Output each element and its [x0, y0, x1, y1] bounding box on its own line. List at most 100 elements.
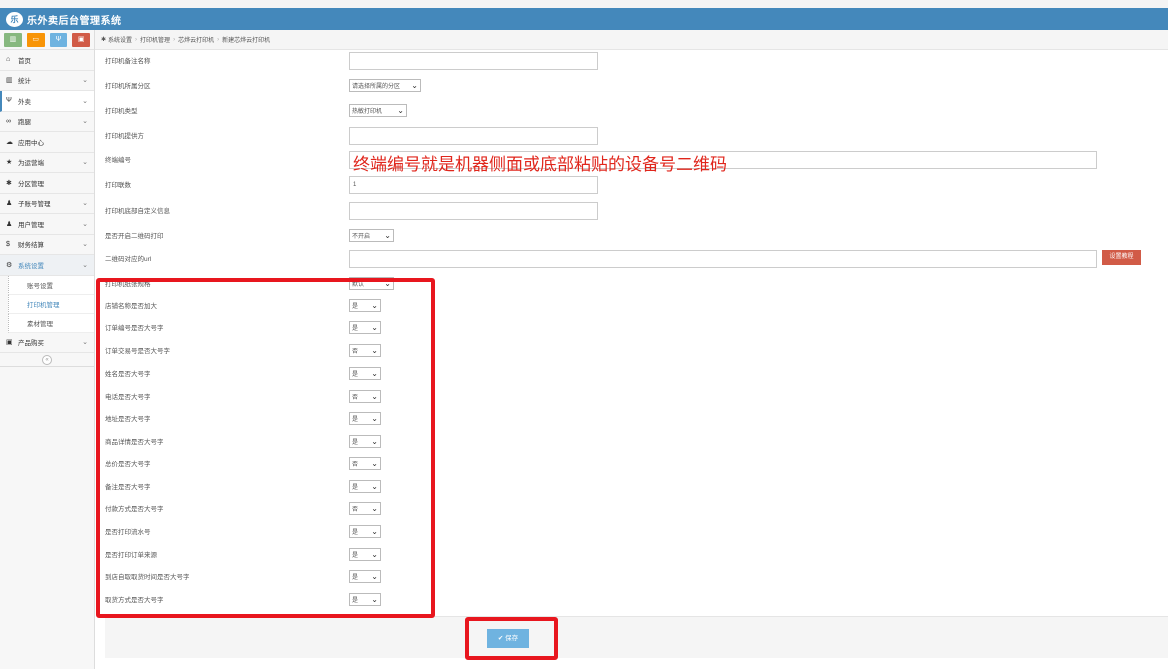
breadcrumb-item[interactable]: 芯烨云打印机: [178, 35, 214, 44]
breadcrumb: ✱ 系统设置 › 打印机管理 › 芯烨云打印机 › 新建芯烨云打印机: [95, 30, 1168, 50]
field-select[interactable]: 是 ⌄: [349, 570, 381, 583]
select-value: 是: [352, 417, 359, 423]
chevron-down-icon: ⌄: [371, 504, 378, 513]
sidebar-item[interactable]: Ψ 外卖 ⌄: [0, 91, 94, 112]
field-label: 是否打印订单来源: [105, 552, 157, 559]
select-value: 否: [352, 507, 359, 513]
field-select[interactable]: 默认 ⌄: [349, 277, 394, 290]
sidebar-collapse: «: [0, 353, 94, 367]
field-input[interactable]: 1: [349, 176, 598, 194]
sidebar-item-label: 分区管理: [18, 180, 44, 188]
chevron-down-icon: ⌄: [371, 392, 378, 401]
sidebar-item[interactable]: ★ 为运营端 ⌄: [0, 152, 94, 173]
terminal-help-text: 终端编号就是机器侧面或底部粘贴的设备号二维码: [353, 155, 727, 174]
sidebar-item[interactable]: ☁ 应用中心: [0, 132, 94, 153]
sidebar-item[interactable]: ♟ 用户管理 ⌄: [0, 214, 94, 235]
field-input[interactable]: [349, 52, 598, 70]
breadcrumb-item[interactable]: 打印机管理: [140, 35, 170, 44]
field-select[interactable]: 是 ⌄: [349, 593, 381, 606]
logo-icon: 乐: [6, 11, 23, 27]
submenu-item[interactable]: 素材管理: [8, 313, 94, 333]
sidebar-item[interactable]: ⚙ 系统设置 ⌄: [0, 255, 94, 276]
field-select[interactable]: 是 ⌄: [349, 480, 381, 493]
sidebar-item[interactable]: ▥ 统计 ⌄: [0, 70, 94, 91]
sidebar-item[interactable]: ♟ 子账号管理 ⌄: [0, 193, 94, 214]
field-label: 店铺名称是否加大: [105, 303, 157, 310]
field-select[interactable]: 是 ⌄: [349, 525, 381, 538]
chevron-down-icon: ⌄: [371, 414, 378, 423]
chevron-down-icon: ⌄: [411, 81, 418, 90]
sidebar-menu: ⌂ 首页 ▥ 统计 ⌄ Ψ 外卖 ⌄ ∞ 跑腿 ⌄ ☁ 应用中心 ★ 为运营端 ⌄ ✱ 分区管理 ♟ 子账号管理 ⌄ ♟ 用…: [0, 49, 94, 367]
field-select[interactable]: 不开启 ⌄: [349, 229, 394, 242]
field-label: 到店自取取货时间是否大号字: [105, 574, 190, 581]
menu-icon: ▣: [6, 339, 13, 347]
sidebar-item[interactable]: ∞ 跑腿 ⌄: [0, 111, 94, 132]
field-label: 订单编号是否大号字: [105, 325, 164, 332]
select-value: 是: [352, 372, 359, 378]
monitor-icon[interactable]: ▭: [26, 33, 45, 47]
field-select[interactable]: 请选择所属的分区 ⌄: [349, 79, 421, 92]
chevron-down-icon: ⌄: [371, 437, 378, 446]
menu-icon: ▥: [6, 77, 13, 85]
field-select[interactable]: 否 ⌄: [349, 390, 381, 403]
sidebar-item[interactable]: $ 财务结算 ⌄: [0, 234, 94, 255]
sidebar-item[interactable]: ▣ 产品购买 ⌄: [0, 332, 94, 353]
menu-icon: ♟: [6, 200, 13, 208]
menu-icon: ∞: [6, 117, 11, 125]
field-label: 订单交易号是否大号字: [105, 348, 170, 355]
field-select[interactable]: 是 ⌄: [349, 412, 381, 425]
submenu-item[interactable]: 打印机管理: [8, 294, 94, 314]
field-label: 打印机类型: [105, 108, 138, 115]
select-value: 是: [352, 485, 359, 491]
sidebar-item-label: 外卖: [18, 98, 31, 106]
select-value: 请选择所属的分区: [352, 84, 401, 90]
field-label: 电话是否大号字: [105, 394, 151, 401]
chevron-down-icon: ⌄: [371, 323, 378, 332]
chevron-down-icon: ⌄: [371, 369, 378, 378]
save-button[interactable]: ✔ 保存: [487, 629, 529, 648]
chevron-down-icon: ⌄: [82, 339, 88, 347]
field-select[interactable]: 是 ⌄: [349, 299, 381, 312]
field-select[interactable]: 是 ⌄: [349, 367, 381, 380]
field-select[interactable]: 是 ⌄: [349, 548, 381, 561]
field-input[interactable]: [349, 202, 598, 220]
briefcase-icon[interactable]: ▣: [72, 33, 90, 47]
field-select[interactable]: 是 ⌄: [349, 435, 381, 448]
select-value: 是: [352, 440, 359, 446]
chevron-down-icon: ⌄: [82, 159, 88, 167]
select-value: 是: [352, 326, 359, 332]
field-label: 打印联数: [105, 182, 131, 189]
field-select[interactable]: 否 ⌄: [349, 502, 381, 515]
utensils-icon[interactable]: Ψ: [49, 33, 68, 47]
field-select[interactable]: 否 ⌄: [349, 344, 381, 357]
field-label: 打印机提供方: [105, 133, 144, 140]
field-label: 打印机底部自定义信息: [105, 208, 170, 215]
app-title: 乐外卖后台管理系统: [27, 15, 122, 27]
field-label: 打印机纸张规格: [105, 281, 151, 288]
field-label: 付款方式是否大号字: [105, 506, 164, 513]
field-input[interactable]: [349, 127, 598, 145]
chevron-down-icon: ⌄: [82, 261, 88, 269]
field-label: 是否打印流水号: [105, 529, 151, 536]
select-value: 是: [352, 553, 359, 559]
tutorial-button[interactable]: 设置教程: [1102, 250, 1141, 265]
sidebar-item[interactable]: ✱ 分区管理: [0, 173, 94, 194]
submenu-item[interactable]: 账号设置: [8, 275, 94, 295]
select-value: 否: [352, 395, 359, 401]
field-input[interactable]: [349, 250, 1097, 268]
menu-icon: ☁: [6, 138, 13, 146]
menu-icon: ✱: [6, 179, 12, 187]
sidebar-item[interactable]: ⌂ 首页: [0, 50, 94, 71]
sidebar-item-label: 跑腿: [18, 119, 31, 127]
collapse-icon[interactable]: «: [42, 354, 52, 365]
field-select[interactable]: 热敏打印机 ⌄: [349, 104, 407, 117]
chart-icon[interactable]: ▥: [4, 33, 22, 47]
breadcrumb-item[interactable]: 系统设置: [108, 35, 132, 44]
sidebar-item-label: 首页: [18, 57, 31, 65]
chevron-down-icon: ⌄: [82, 241, 88, 249]
chevron-down-icon: ⌄: [371, 527, 378, 536]
breadcrumb-item: 新建芯烨云打印机: [222, 38, 271, 44]
chevron-down-icon: ⌄: [371, 595, 378, 604]
field-select[interactable]: 否 ⌄: [349, 457, 381, 470]
field-select[interactable]: 是 ⌄: [349, 321, 381, 334]
